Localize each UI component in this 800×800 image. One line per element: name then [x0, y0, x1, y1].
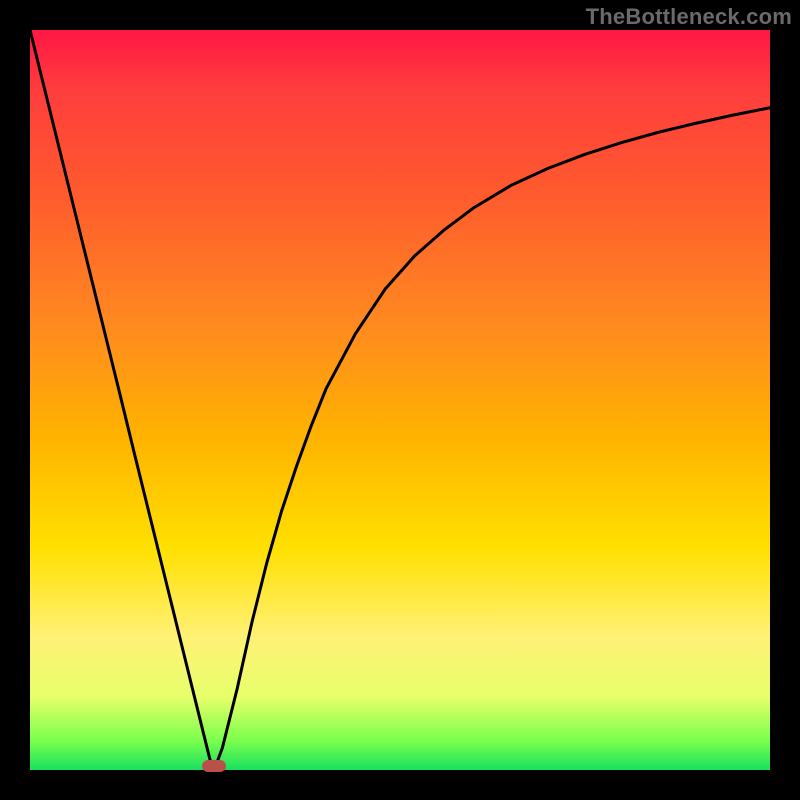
watermark-text: TheBottleneck.com [586, 4, 792, 30]
minimum-marker [202, 760, 226, 772]
bottleneck-curve [30, 30, 770, 770]
chart-stage: TheBottleneck.com [0, 0, 800, 800]
plot-area [30, 30, 770, 770]
